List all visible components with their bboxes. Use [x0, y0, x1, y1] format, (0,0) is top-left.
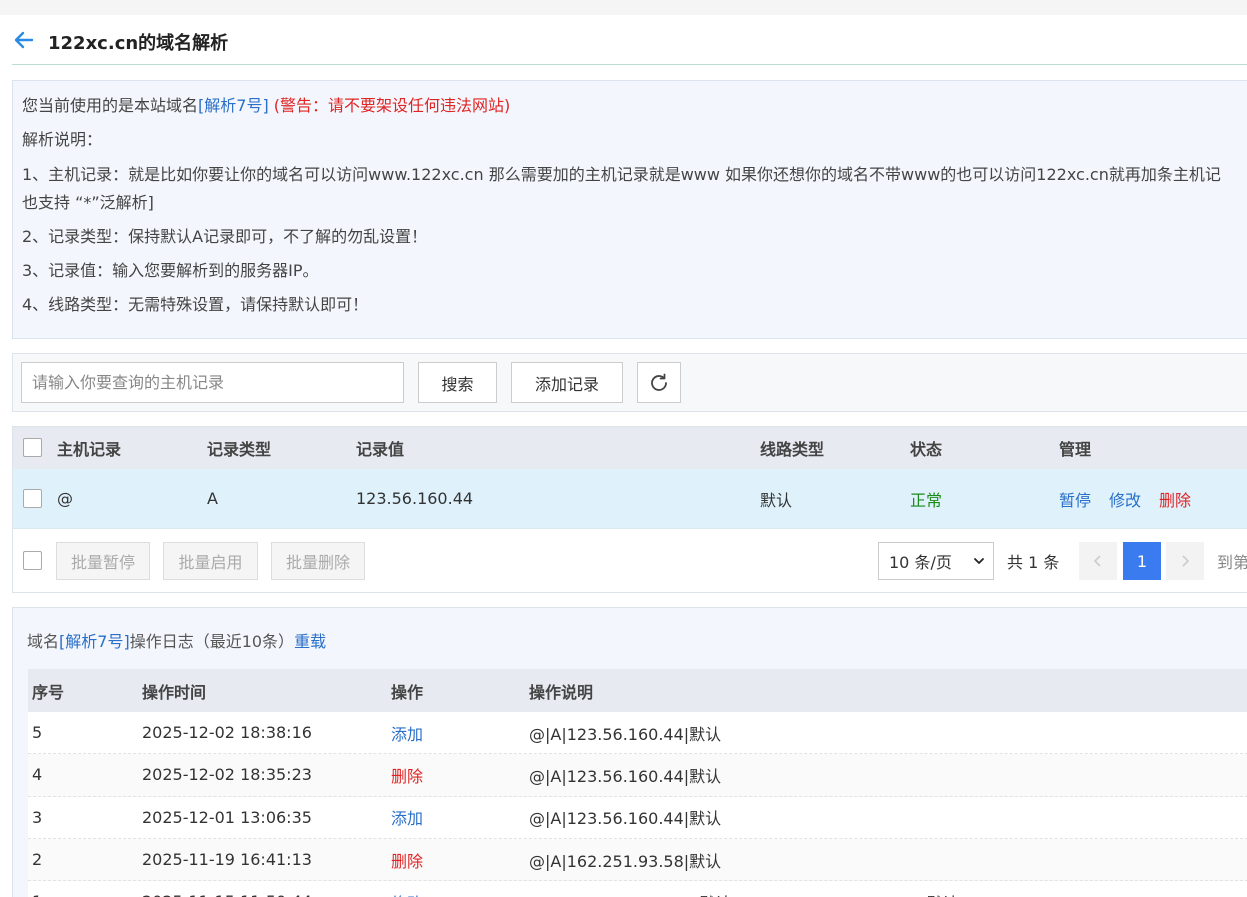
search-button[interactable]: 搜索 — [418, 362, 497, 403]
notice-item-1: 1、主机记录：就是比如你要让你的域名可以访问www.122xc.cn 那么需要加… — [22, 164, 1221, 184]
records-table: 主机记录 记录类型 记录值 线路类型 状态 管理 @ A 123.56.160.… — [12, 426, 1247, 593]
log-col-op: 操作 — [391, 682, 424, 702]
log-no: 5 — [32, 723, 43, 743]
log-col-no: 序号 — [32, 682, 65, 702]
goto-label: 到第 — [1217, 553, 1247, 572]
delete-link[interactable]: 删除 — [1159, 469, 1191, 528]
log-row: 2 2025-11-19 16:41:13 删除 @|A|162.251.93.… — [28, 838, 1247, 882]
edit-link[interactable]: 修改 — [1109, 469, 1141, 528]
log-col-time: 操作时间 — [142, 682, 207, 702]
notice-panel: 您当前使用的是本站域名[解析7号] (警告：请不要架设任何违法网站) 解析说明：… — [12, 80, 1247, 339]
notice-item-2: 2、记录类型：保持默认A记录即可，不了解的勿乱设置！ — [22, 226, 428, 246]
add-record-button[interactable]: 添加记录 — [511, 362, 623, 403]
per-page-select[interactable]: 10 条/页 — [878, 542, 994, 580]
chevron-down-icon — [974, 558, 984, 564]
row-status: 正常 — [910, 490, 943, 510]
log-time: 2025-11-19 16:41:13 — [142, 850, 312, 870]
log-time: 2025-11-15 11:50:44 — [142, 881, 312, 897]
col-status: 状态 — [910, 440, 943, 459]
refresh-button[interactable] — [637, 362, 681, 403]
notice-item-1-cont: 也支持 “*”泛解析] — [22, 192, 154, 212]
col-type: 记录类型 — [207, 440, 272, 459]
col-line: 线路类型 — [760, 440, 825, 459]
notice-heading: 解析说明： — [22, 130, 103, 150]
log-title: 域名[解析7号]操作日志（最近10条）重载 — [27, 628, 326, 652]
log-row: 4 2025-12-02 18:35:23 删除 @|A|123.56.160.… — [28, 754, 1247, 797]
log-desc: @|A|123.56.160.44|默认 — [529, 809, 722, 829]
prev-page-button[interactable] — [1079, 542, 1117, 580]
next-page-button[interactable] — [1166, 542, 1204, 580]
log-op: 删除 — [391, 766, 424, 786]
col-value: 记录值 — [356, 440, 405, 459]
table-row: @ A 123.56.160.44 默认 正常 暂停 修改 删除 — [13, 469, 1247, 529]
log-no: 3 — [32, 807, 43, 827]
page-title: 122xc.cn的域名解析 — [48, 33, 229, 54]
log-title-prefix: 域名 — [27, 632, 60, 651]
row-value: 123.56.160.44 — [356, 489, 474, 508]
pager-total: 共 1 条 — [1007, 553, 1060, 572]
batch-pause-button[interactable]: 批量暂停 — [56, 542, 150, 580]
refresh-icon — [651, 373, 667, 391]
table-footer: 批量暂停 批量启用 批量删除 10 条/页 共 1 条 1 到第 — [13, 529, 1247, 592]
operation-log-panel: 域名[解析7号]操作日志（最近10条）重载 序号 操作时间 操作 操作说明 5 … — [12, 607, 1247, 897]
log-desc: @|A|162.251.93.58|默认 — [529, 851, 722, 871]
notice-prefix: 您当前使用的是本站域名 — [22, 96, 199, 115]
notice-domain-line: 您当前使用的是本站域名[解析7号] (警告：请不要架设任何违法网站) — [22, 95, 1242, 129]
per-page-value: 10 条/页 — [889, 553, 952, 572]
row-host: @ — [57, 489, 73, 508]
notice-warning: (警告：请不要架设任何违法网站) — [273, 96, 511, 115]
log-header: 序号 操作时间 操作 操作说明 — [28, 669, 1247, 712]
reload-link[interactable]: 重载 — [294, 632, 326, 651]
log-no: 1 — [32, 881, 42, 897]
select-all-checkbox[interactable] — [23, 438, 42, 457]
log-row: 5 2025-12-02 18:38:16 添加 @|A|123.56.160.… — [28, 712, 1247, 755]
chevron-left-icon — [1093, 555, 1101, 567]
records-header: 主机记录 记录类型 记录值 线路类型 状态 管理 — [13, 427, 1247, 469]
log-time: 2025-12-02 18:38:16 — [142, 723, 312, 743]
log-time: 2025-12-02 18:35:23 — [142, 765, 312, 785]
chevron-right-icon — [1182, 555, 1190, 567]
toolbar: 搜索 添加记录 — [12, 353, 1247, 412]
notice-tag: [解析7号] — [198, 96, 269, 115]
col-manage: 管理 — [1059, 440, 1092, 459]
row-checkbox[interactable] — [23, 489, 42, 508]
notice-item-4: 4、线路类型：无需特殊设置，请保持默认即可！ — [22, 295, 369, 315]
log-title-suffix: 操作日志（最近10条） — [129, 632, 295, 651]
log-op: 添加 — [391, 809, 424, 829]
log-no: 2 — [32, 850, 43, 870]
log-op: 添加 — [391, 724, 424, 744]
row-line: 默认 — [760, 490, 793, 510]
notice-item-3: 3、记录值：输入您要解析到的服务器IP。 — [22, 261, 319, 281]
page-1-button[interactable]: 1 — [1123, 542, 1161, 580]
log-desc: @|A|123.56.160.44|默认 — [529, 724, 722, 744]
arrow-left-icon[interactable] — [12, 28, 36, 52]
log-table: 序号 操作时间 操作 操作说明 5 2025-12-02 18:38:16 添加… — [28, 669, 1247, 897]
log-col-desc: 操作说明 — [529, 682, 594, 702]
log-op: 删除 — [391, 851, 424, 871]
row-type: A — [207, 489, 218, 508]
page-header: 122xc.cn的域名解析 — [12, 15, 1247, 65]
search-input[interactable] — [21, 362, 404, 403]
footer-select-all-checkbox[interactable] — [23, 551, 42, 570]
log-row: 3 2025-12-01 13:06:35 添加 @|A|123.56.160.… — [28, 796, 1247, 839]
log-desc: @|A|107.151.247.27|默认 --> @|A|162.251.93… — [529, 881, 959, 897]
log-op: 修改 — [391, 881, 423, 897]
batch-delete-button[interactable]: 批量删除 — [271, 542, 365, 580]
page: 122xc.cn的域名解析 您当前使用的是本站域名[解析7号] (警告：请不要架… — [0, 15, 1247, 897]
log-title-tag: [解析7号] — [59, 632, 130, 651]
log-desc: @|A|123.56.160.44|默认 — [529, 766, 722, 786]
pause-link[interactable]: 暂停 — [1059, 469, 1091, 528]
log-no: 4 — [32, 765, 43, 785]
log-time: 2025-12-01 13:06:35 — [142, 807, 312, 827]
log-row: 1 2025-11-15 11:50:44 修改 @|A|107.151.247… — [28, 881, 1247, 897]
batch-enable-button[interactable]: 批量启用 — [163, 542, 258, 580]
col-host: 主机记录 — [57, 440, 122, 459]
